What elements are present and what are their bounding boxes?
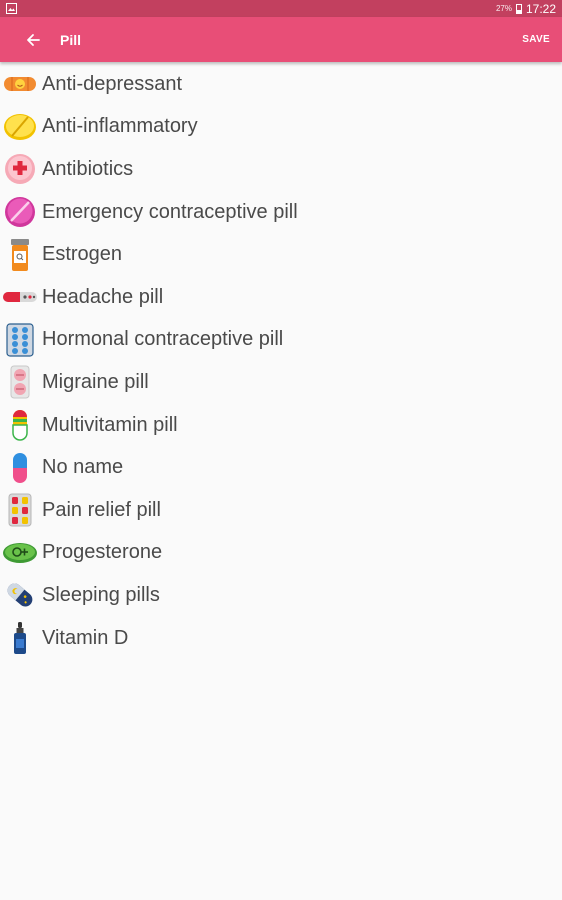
- back-button[interactable]: [18, 25, 48, 55]
- save-button[interactable]: SAVE: [522, 34, 550, 45]
- red-yellow-blister-icon: [2, 493, 38, 527]
- list-item-emergency-contraceptive-pill[interactable]: Emergency contraceptive pill: [0, 191, 562, 234]
- battery-icon: [515, 3, 522, 14]
- status-time: 17:22: [525, 1, 556, 16]
- pill-label: Emergency contraceptive pill: [42, 200, 298, 223]
- green-female-pill-icon: [2, 537, 38, 569]
- list-item-vitamin-d[interactable]: Vitamin D: [0, 617, 562, 660]
- list-item-anti-inflammatory[interactable]: Anti-inflammatory: [0, 106, 562, 149]
- app-bar: Pill SAVE: [0, 17, 562, 62]
- list-item-anti-depressant[interactable]: Anti-depressant: [0, 63, 562, 106]
- list-item-pain-relief-pill[interactable]: Pain relief pill: [0, 489, 562, 532]
- status-bar: 27% 17:22: [0, 0, 562, 17]
- moon-star-capsule-icon: [2, 579, 38, 611]
- list-item-estrogen[interactable]: Estrogen: [0, 233, 562, 276]
- pink-pill-strip-icon: [2, 365, 38, 399]
- back-arrow-icon: [27, 33, 40, 46]
- blister-pack-icon: [2, 323, 38, 357]
- pill-label: Anti-inflammatory: [42, 115, 198, 138]
- pill-label: Estrogen: [42, 243, 123, 266]
- list-item-sleeping-pills[interactable]: Sleeping pills: [0, 574, 562, 617]
- gallery-notification-icon: [6, 3, 17, 14]
- pink-cross-pill-icon: [2, 153, 38, 185]
- page-title: Pill: [60, 31, 82, 48]
- pill-label: Hormonal contraceptive pill: [42, 328, 284, 351]
- rainbow-capsule-icon: [2, 409, 38, 441]
- pill-label: Vitamin D: [42, 626, 129, 649]
- list-item-multivitamin-pill[interactable]: Multivitamin pill: [0, 404, 562, 447]
- list-item-no-name[interactable]: No name: [0, 446, 562, 489]
- pink-blue-capsule-icon: [2, 452, 38, 484]
- list-item-progesterone[interactable]: Progesterone: [0, 532, 562, 575]
- red-capsule-icon: [2, 281, 38, 313]
- battery-percent: 27%: [495, 4, 512, 13]
- list-item-migraine-pill[interactable]: Migraine pill: [0, 361, 562, 404]
- pill-label: Sleeping pills: [42, 583, 160, 606]
- orange-capsule-smile-icon: [2, 68, 38, 100]
- pill-list: Anti-depressant Anti-inflammatory Antibi…: [0, 63, 562, 659]
- pill-bottle-icon: [2, 238, 38, 271]
- pill-label: Headache pill: [42, 285, 164, 308]
- pill-label: Pain relief pill: [42, 498, 161, 521]
- pill-label: Progesterone: [42, 541, 163, 564]
- list-item-antibiotics[interactable]: Antibiotics: [0, 148, 562, 191]
- pill-label: Antibiotics: [42, 157, 134, 180]
- dropper-bottle-icon: [2, 622, 38, 655]
- pill-label: No name: [42, 456, 124, 479]
- pill-label: Multivitamin pill: [42, 413, 178, 436]
- list-item-hormonal-contraceptive-pill[interactable]: Hormonal contraceptive pill: [0, 319, 562, 362]
- pill-label: Migraine pill: [42, 370, 149, 393]
- yellow-round-pill-icon: [2, 111, 38, 143]
- magenta-round-pill-icon: [2, 196, 38, 228]
- pill-label: Anti-depressant: [42, 72, 183, 95]
- list-item-headache-pill[interactable]: Headache pill: [0, 276, 562, 319]
